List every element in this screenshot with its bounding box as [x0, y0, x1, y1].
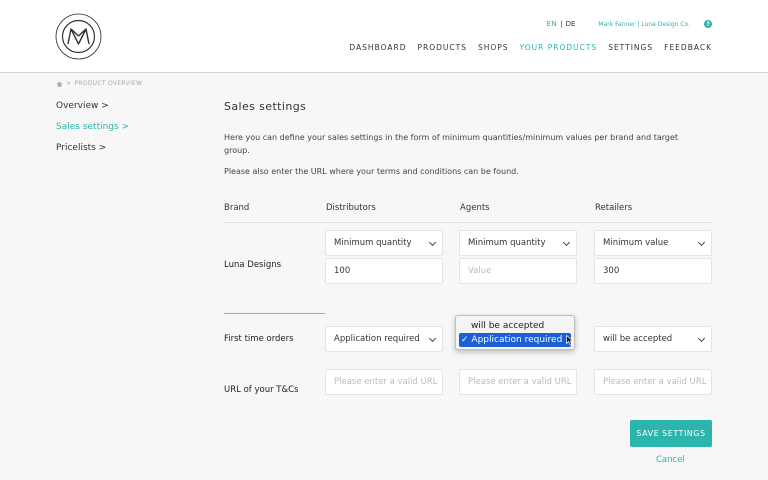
- brand-row-label: Luna Designs: [224, 260, 282, 270]
- lang-separator: |: [560, 20, 563, 28]
- retailers-first-orders-select[interactable]: will be accepted: [594, 326, 712, 352]
- tc-url-label: URL of your T&Cs: [224, 385, 299, 395]
- nav-shops[interactable]: SHOPS: [478, 43, 509, 52]
- column-header-agents: Agents: [460, 203, 490, 213]
- column-header-brand: Brand: [224, 203, 250, 213]
- column-header-retailers: Retailers: [595, 203, 633, 213]
- main-nav: DASHBOARD PRODUCTS SHOPS YOUR PRODUCTS S…: [349, 43, 712, 52]
- save-settings-button[interactable]: SAVE SETTINGS: [630, 420, 712, 447]
- agents-type-select[interactable]: Minimum quantity: [459, 230, 577, 256]
- mouse-cursor-icon: [566, 335, 574, 345]
- description-text: Here you can define your sales settings …: [224, 133, 679, 155]
- sidebar-item-pricelists[interactable]: Pricelists >: [56, 143, 129, 164]
- agents-type-value: Minimum quantity: [468, 238, 546, 248]
- help-icon[interactable]: ?: [704, 20, 712, 28]
- page-title: Sales settings: [224, 100, 307, 113]
- retailers-tc-url-input[interactable]: Please enter a valid URL: [594, 369, 712, 395]
- dropdown-option-label: Application required: [471, 335, 563, 345]
- dropdown-option-application-required[interactable]: ✓ Application required: [459, 333, 571, 347]
- agents-first-orders-dropdown: will be accepted ✓ Application required: [455, 315, 575, 350]
- nav-your-products[interactable]: YOUR PRODUCTS: [520, 43, 598, 52]
- sidebar: Overview > Sales settings > Pricelists >: [56, 101, 129, 164]
- header: EN | DE Mark Fanner | Luna Design Co. ? …: [0, 0, 768, 73]
- user-account-link[interactable]: Mark Fanner | Luna Design Co.: [598, 21, 690, 28]
- distributors-tc-url-input[interactable]: Please enter a valid URL: [325, 369, 443, 395]
- distributors-type-select[interactable]: Minimum quantity: [325, 230, 443, 256]
- distributors-first-orders-select[interactable]: Application required: [325, 326, 443, 352]
- breadcrumb-current: PRODUCT OVERVIEW: [74, 80, 143, 87]
- brand-logo[interactable]: [55, 13, 102, 60]
- header-rule: [224, 222, 712, 223]
- nav-settings[interactable]: SETTINGS: [608, 43, 653, 52]
- retailers-type-value: Minimum value: [603, 238, 669, 248]
- chevron-down-icon: [562, 238, 571, 247]
- home-icon[interactable]: [56, 81, 63, 87]
- section-divider: [224, 313, 325, 314]
- lang-en-link[interactable]: EN: [547, 20, 558, 28]
- first-orders-label: First time orders: [224, 334, 294, 344]
- sidebar-item-overview[interactable]: Overview >: [56, 101, 129, 122]
- nav-dashboard[interactable]: DASHBOARD: [349, 43, 406, 52]
- breadcrumb: > PRODUCT OVERVIEW: [56, 80, 142, 87]
- sidebar-item-sales-settings[interactable]: Sales settings >: [56, 122, 129, 143]
- dropdown-option-will-be-accepted[interactable]: will be accepted: [459, 319, 571, 333]
- lang-de-link[interactable]: DE: [566, 20, 576, 28]
- nav-feedback[interactable]: FEEDBACK: [664, 43, 712, 52]
- main-content: Sales settings Here you can define your …: [224, 100, 712, 395]
- cancel-link[interactable]: Cancel: [656, 455, 685, 465]
- chevron-down-icon: [697, 238, 706, 247]
- nav-products[interactable]: PRODUCTS: [417, 43, 466, 52]
- distributors-first-orders-value: Application required: [334, 334, 420, 344]
- retailers-first-orders-value: will be accepted: [603, 334, 673, 344]
- distributors-value-input[interactable]: 100: [325, 258, 443, 284]
- retailers-value-input[interactable]: 300: [594, 258, 712, 284]
- chevron-down-icon: [697, 334, 706, 343]
- chevron-down-icon: [428, 238, 437, 247]
- breadcrumb-separator: >: [66, 80, 72, 87]
- column-header-distributors: Distributors: [326, 203, 376, 213]
- top-utility-bar: EN | DE Mark Fanner | Luna Design Co. ?: [547, 20, 712, 28]
- agents-tc-url-input[interactable]: Please enter a valid URL: [459, 369, 577, 395]
- chevron-down-icon: [428, 334, 437, 343]
- distributors-type-value: Minimum quantity: [334, 238, 412, 248]
- retailers-type-select[interactable]: Minimum value: [594, 230, 712, 256]
- tc-instruction-text: Please also enter the URL where your ter…: [224, 167, 519, 176]
- agents-value-input[interactable]: Value: [459, 258, 577, 284]
- checkmark-icon: ✓: [461, 335, 469, 345]
